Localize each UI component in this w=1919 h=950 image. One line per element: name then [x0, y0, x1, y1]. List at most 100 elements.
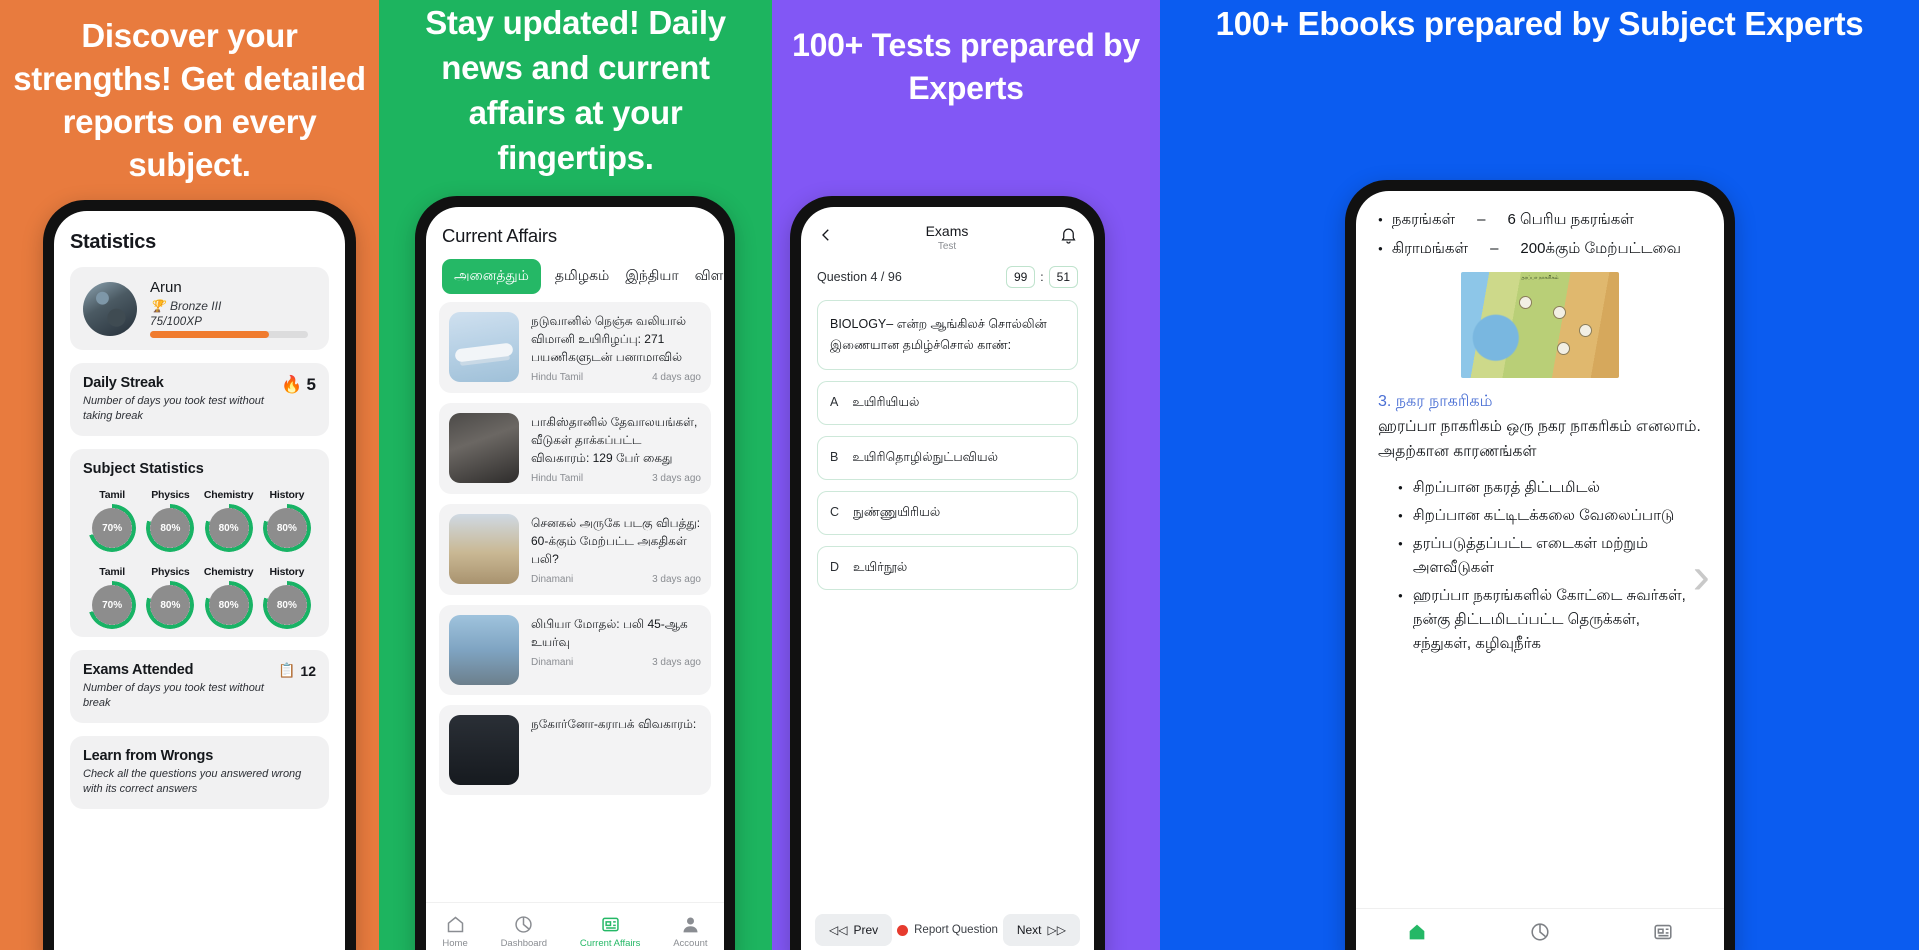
- exams-attended-card[interactable]: Exams Attended Number of days you took t…: [70, 650, 329, 723]
- learn-from-wrongs-title: Learn from Wrongs: [83, 748, 214, 764]
- answer-option-b[interactable]: B உயிரிதொழில்நுட்பவியல்: [817, 436, 1078, 480]
- option-key: B: [830, 450, 839, 464]
- subject-percent: 80%: [276, 522, 297, 534]
- subject-percent: 70%: [102, 599, 123, 611]
- timer-seconds: 51: [1048, 266, 1078, 288]
- news-time: 3 days ago: [652, 473, 701, 484]
- news-headline: லிபியா மோதல்: பலி 45-ஆக உயர்வு: [531, 617, 688, 649]
- user-name: Arun: [150, 279, 182, 296]
- option-key: A: [830, 395, 839, 409]
- nav-home[interactable]: Home: [442, 914, 468, 949]
- ebook-top-list: நகரங்கள் – 6 பெரிய நகரங்கள் கிராமங்கள் –…: [1378, 209, 1702, 260]
- tab-all[interactable]: அனைத்தும்: [442, 259, 541, 294]
- panel-headline: 100+ Tests prepared by Experts: [792, 27, 1140, 106]
- bottom-navigation: Home Dashboard Current Affairs Account: [426, 902, 724, 950]
- screen-ebooks: நகரங்கள் – 6 பெரிய நகரங்கள் கிராமங்கள் –…: [1356, 191, 1724, 950]
- nav-dashboard[interactable]: Dashboard: [501, 914, 547, 949]
- trophy-icon: 🏆: [150, 299, 165, 313]
- learn-from-wrongs-card[interactable]: Learn from Wrongs Check all the question…: [70, 736, 329, 809]
- next-button[interactable]: Next ▷▷: [1002, 914, 1080, 946]
- news-item[interactable]: நடுவானில் நெஞ்சு வலியால் விமானி உயிரிழப்…: [439, 302, 711, 393]
- news-item[interactable]: லிபியா மோதல்: பலி 45-ஆக உயர்வு Dinamani …: [439, 605, 711, 695]
- chevron-right-icon[interactable]: ›: [1693, 550, 1710, 602]
- rank-label: Bronze III: [169, 299, 222, 313]
- screen-current-affairs: Current Affairs அனைத்தும் தமிழகம் இந்திய…: [426, 207, 724, 950]
- nav-current-affairs-label: Current Affairs: [579, 938, 641, 949]
- exams-attended-value-group: 📋 12: [278, 662, 316, 679]
- panel-headline: Stay updated! Daily news and current aff…: [425, 4, 726, 176]
- tab-india[interactable]: இந்தியா: [623, 260, 680, 293]
- panel-headline: 100+ Ebooks prepared by Subject Experts: [1215, 5, 1864, 42]
- news-thumbnail: [449, 615, 519, 685]
- answer-option-d[interactable]: D உயிர்நூல்: [817, 546, 1078, 590]
- subject-item[interactable]: Tamil 70%: [83, 489, 141, 548]
- subject-progress-ring: 80%: [208, 508, 249, 548]
- page-title: Current Affairs: [442, 225, 557, 246]
- subject-item[interactable]: Physics 80%: [141, 566, 199, 625]
- tab-tamilnadu[interactable]: தமிழகம்: [553, 260, 611, 293]
- nav-home-label: Home: [442, 938, 468, 949]
- subject-item[interactable]: Chemistry 80%: [200, 489, 258, 548]
- subject-progress-ring: 80%: [208, 585, 249, 625]
- subject-label: Tamil: [99, 566, 125, 578]
- subject-progress-ring: 70%: [92, 508, 133, 548]
- subject-item[interactable]: Physics 80%: [141, 489, 199, 548]
- subject-percent: 80%: [276, 599, 297, 611]
- exam-footer: ◁◁ Prev Report Question Next ▷▷: [801, 914, 1094, 946]
- subject-percent: 80%: [160, 599, 181, 611]
- panel-statistics: Discover your strengths! Get detailed re…: [0, 0, 379, 950]
- back-button[interactable]: [817, 226, 835, 249]
- news-thumbnail: [449, 413, 519, 483]
- panel-headline: Discover your strengths! Get detailed re…: [13, 17, 366, 183]
- exams-attended-title: Exams Attended: [83, 662, 194, 678]
- option-key: C: [830, 505, 840, 519]
- exam-title-group: Exams Test: [835, 223, 1059, 252]
- page-title: Statistics: [70, 231, 156, 253]
- news-source: Dinamani: [531, 574, 574, 585]
- answer-option-c[interactable]: C நுண்ணுயிரியல்: [817, 491, 1078, 535]
- subject-item[interactable]: History 80%: [258, 566, 316, 625]
- clipboard-icon: 📋: [277, 662, 296, 678]
- screen-statistics: Statistics Arun 🏆 Bronze III 75/100XP Da…: [54, 211, 345, 950]
- news-item[interactable]: செனகல் அருகே படகு விபத்து: 60-க்கும் மேற…: [439, 504, 711, 595]
- panel-current-affairs: Stay updated! Daily news and current aff…: [379, 0, 772, 950]
- timer-separator: :: [1040, 270, 1044, 284]
- report-question-button[interactable]: Report Question: [897, 924, 998, 936]
- bell-icon[interactable]: [1059, 226, 1078, 250]
- daily-streak-card[interactable]: Daily Streak Number of days you took tes…: [70, 363, 329, 436]
- subject-item[interactable]: Tamil 70%: [83, 566, 141, 625]
- news-icon[interactable]: [1652, 921, 1674, 948]
- pie-chart-icon[interactable]: [1529, 921, 1551, 948]
- screen-exams: Exams Test Question 4 / 96 99 : 51 BIOLO…: [801, 207, 1094, 950]
- list-item: சிறப்பான நகரத் திட்டமிடல்: [1398, 476, 1702, 500]
- subject-statistics-title: Subject Statistics: [83, 461, 204, 477]
- nav-current-affairs[interactable]: Current Affairs: [579, 914, 641, 949]
- daily-streak-value-group: 🔥 5: [281, 375, 316, 395]
- news-item[interactable]: நகோர்னோ-கராபக் விவகாரம்:: [439, 705, 711, 795]
- next-label: Next: [1016, 923, 1042, 937]
- subject-item[interactable]: Chemistry 80%: [200, 566, 258, 625]
- term: கிராமங்கள்: [1391, 240, 1469, 257]
- dash: –: [1477, 211, 1486, 228]
- answer-option-a[interactable]: A உயிரியியல்: [817, 381, 1078, 425]
- prev-button[interactable]: ◁◁ Prev: [815, 914, 893, 946]
- subject-label: Physics: [151, 566, 190, 578]
- section-paragraph: ஹரப்பா நாகரிகம் ஒரு நகர நாகரிகம் எனலாம்.…: [1378, 418, 1701, 460]
- option-text: உயிரிதொழில்நுட்பவியல்: [852, 450, 998, 464]
- news-item[interactable]: பாகிஸ்தானில் தேவாலயங்கள், வீடுகள் தாக்கப…: [439, 403, 711, 494]
- avatar: [83, 281, 137, 336]
- profile-card[interactable]: Arun 🏆 Bronze III 75/100XP: [70, 267, 329, 350]
- home-icon[interactable]: [1406, 921, 1428, 948]
- phone-mockup-ebooks: நகரங்கள் – 6 பெரிய நகரங்கள் கிராமங்கள் –…: [1345, 180, 1735, 950]
- list-item: கிராமங்கள் – 200க்கும் மேற்பட்டவை: [1378, 238, 1702, 260]
- news-source: Hindu Tamil: [531, 372, 584, 383]
- question-counter: Question 4 / 96: [817, 270, 902, 284]
- tab-sports[interactable]: விள: [693, 260, 724, 293]
- timer-minutes: 99: [1005, 266, 1036, 288]
- subject-percent: 80%: [218, 599, 239, 611]
- learn-from-wrongs-subtitle: Check all the questions you answered wro…: [83, 768, 302, 795]
- news-headline: செனகல் அருகே படகு விபத்து: 60-க்கும் மேற…: [531, 516, 701, 566]
- daily-streak-value: 5: [306, 375, 316, 394]
- subject-item[interactable]: History 80%: [258, 489, 316, 548]
- nav-account[interactable]: Account: [673, 914, 708, 949]
